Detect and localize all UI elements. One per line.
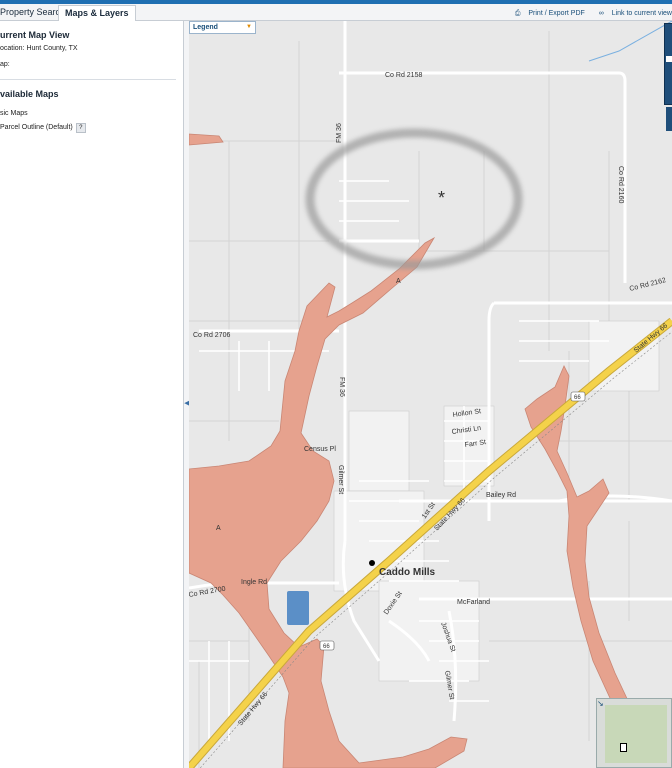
road-label-fm-36-lower: FM 36 bbox=[338, 377, 345, 397]
road-label-co-rd-2160: Co Rd 2160 bbox=[617, 166, 624, 203]
divider bbox=[0, 79, 176, 80]
zoom-slider[interactable] bbox=[664, 23, 672, 105]
map-canvas[interactable]: * Caddo Mills Co Rd 2158 Co Rd 2160 Co R… bbox=[189, 21, 672, 768]
road-label-co-rd-2158: Co Rd 2158 bbox=[385, 72, 422, 79]
town-dot bbox=[369, 560, 375, 566]
overview-map[interactable]: ↘ bbox=[596, 698, 672, 768]
flood-zone-label: A bbox=[396, 278, 401, 285]
road-label-ingle-rd: Ingle Rd bbox=[241, 579, 267, 586]
help-icon[interactable]: ? bbox=[75, 123, 86, 133]
tab-bar: Property Search Maps & Layers ⎙ Print / … bbox=[0, 4, 672, 21]
road-label-census-pl: Census Pl bbox=[304, 446, 336, 453]
printer-icon: ⎙ bbox=[514, 10, 521, 17]
current-map-view-heading: urrent Map View bbox=[0, 30, 70, 40]
chevron-down-icon: ▼ bbox=[246, 24, 252, 30]
location-text: ocation: Hunt County, TX bbox=[0, 45, 78, 52]
overview-map-image bbox=[605, 705, 667, 763]
side-panel: urrent Map View ocation: Hunt County, TX… bbox=[0, 21, 184, 768]
overview-extent-box[interactable] bbox=[620, 743, 627, 752]
road-label-co-rd-2706: Co Rd 2706 bbox=[193, 332, 230, 339]
link-view-button[interactable]: ∞ Link to current view bbox=[593, 10, 672, 17]
flood-zone-label: A bbox=[216, 525, 221, 532]
parcel-outline-item[interactable]: Parcel Outline (Default)? bbox=[0, 123, 86, 133]
link-icon: ∞ bbox=[598, 10, 604, 17]
link-label: Link to current view bbox=[611, 10, 672, 17]
collapse-overview-icon[interactable]: ↘ bbox=[597, 699, 604, 708]
hwy-66-shield-icon: 66 bbox=[570, 391, 586, 402]
basic-maps-group[interactable]: sic Maps bbox=[0, 110, 28, 117]
pond bbox=[287, 591, 309, 625]
zoom-handle[interactable] bbox=[666, 56, 672, 62]
legend-dropdown[interactable]: Legend ▼ bbox=[189, 21, 256, 34]
print-export-button[interactable]: ⎙ Print / Export PDF bbox=[509, 10, 585, 17]
legend-label: Legend bbox=[193, 24, 218, 31]
map-label: ap: bbox=[0, 61, 10, 68]
hwy-66-shield-icon: 66 bbox=[319, 640, 335, 651]
town-label: Caddo Mills bbox=[379, 567, 436, 578]
tab-maps-layers[interactable]: Maps & Layers bbox=[58, 5, 136, 21]
location-marker: * bbox=[438, 188, 445, 208]
road-label-fm-36-upper: FM 36 bbox=[336, 123, 343, 143]
pan-control[interactable] bbox=[666, 107, 672, 131]
parcel-outline-label: Parcel Outline (Default) bbox=[0, 124, 73, 131]
road-label-bailey-rd: Bailey Rd bbox=[486, 492, 516, 499]
hwy-shield-label: 66 bbox=[574, 395, 581, 401]
road-label-gilmer-st-upper: Gilmer St bbox=[337, 465, 344, 494]
map-view[interactable]: * Caddo Mills Co Rd 2158 Co Rd 2160 Co R… bbox=[189, 21, 672, 768]
print-label: Print / Export PDF bbox=[528, 10, 585, 17]
available-maps-heading: vailable Maps bbox=[0, 89, 59, 99]
hwy-shield-label: 66 bbox=[323, 644, 330, 650]
road-label-mcfarland: McFarland bbox=[457, 599, 490, 606]
